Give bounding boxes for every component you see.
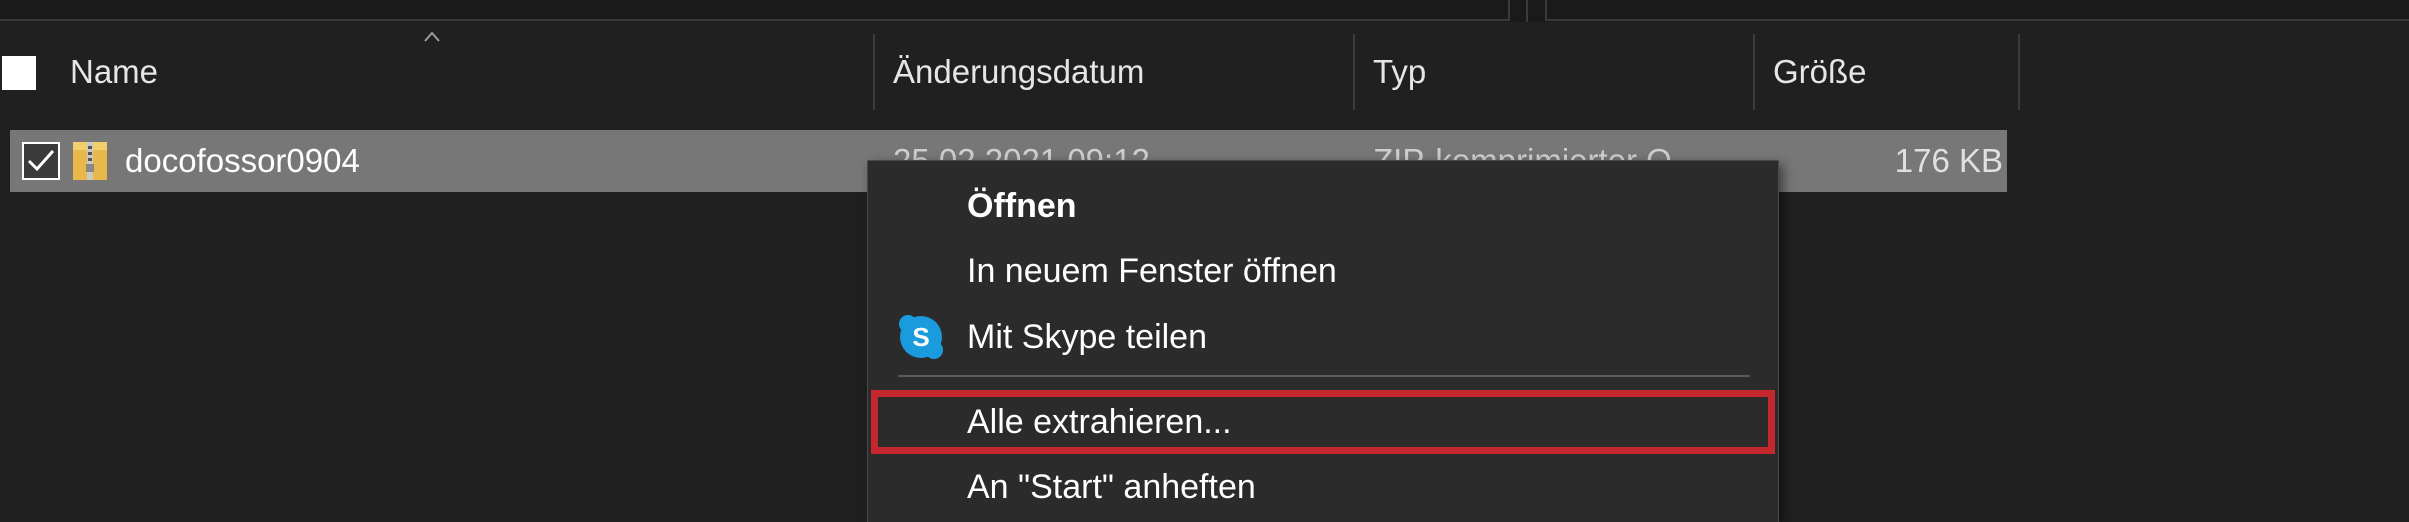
address-bar-area — [0, 0, 2409, 22]
skype-icon: S — [899, 315, 943, 359]
menu-item-label: An "Start" anheften — [967, 467, 1256, 506]
menu-item-label: Alle extrahieren... — [967, 402, 1232, 441]
address-bar[interactable] — [0, 0, 1510, 21]
file-size: 176 KB — [1894, 142, 2003, 179]
context-menu: Öffnen In neuem Fenster öffnen S Mit Sky… — [867, 160, 1779, 522]
file-row-checkbox[interactable] — [22, 142, 60, 180]
checkmark-icon — [27, 150, 55, 172]
menu-item-label: In neuem Fenster öffnen — [967, 251, 1337, 290]
column-header-size[interactable]: Größe — [1773, 34, 2013, 110]
file-name: docofossor0904 — [125, 142, 360, 179]
menu-item-open-new-window[interactable]: In neuem Fenster öffnen — [868, 241, 1778, 301]
column-divider[interactable] — [873, 34, 875, 110]
column-divider[interactable] — [1353, 34, 1355, 110]
column-header-type-label: Typ — [1373, 53, 1427, 90]
menu-item-share-skype[interactable]: S Mit Skype teilen — [868, 307, 1778, 367]
column-header-date[interactable]: Änderungsdatum — [893, 34, 1353, 110]
column-header-name-label: Name — [70, 53, 159, 90]
menu-item-pin-to-start[interactable]: An "Start" anheften — [868, 457, 1778, 517]
column-header-date-label: Änderungsdatum — [893, 53, 1145, 90]
column-header-type[interactable]: Typ — [1373, 34, 1753, 110]
menu-item-label: Mit Skype teilen — [967, 317, 1207, 356]
search-box[interactable] — [1545, 0, 2409, 21]
zip-folder-icon — [73, 142, 107, 180]
toolbar-divider — [1526, 0, 1528, 22]
column-header-size-label: Größe — [1773, 53, 1867, 90]
column-divider[interactable] — [2018, 34, 2020, 110]
menu-divider — [898, 375, 1750, 377]
menu-item-label: Öffnen — [967, 186, 1077, 225]
column-header-name[interactable]: Name — [70, 34, 870, 110]
column-divider[interactable] — [1753, 34, 1755, 110]
menu-item-open[interactable]: Öffnen — [868, 176, 1778, 236]
column-header-bar: Name Änderungsdatum Typ Größe — [0, 34, 2030, 110]
menu-item-extract-all[interactable]: Alle extrahieren... — [868, 392, 1778, 452]
svg-text:S: S — [912, 322, 929, 352]
select-all-checkbox[interactable] — [2, 56, 36, 90]
